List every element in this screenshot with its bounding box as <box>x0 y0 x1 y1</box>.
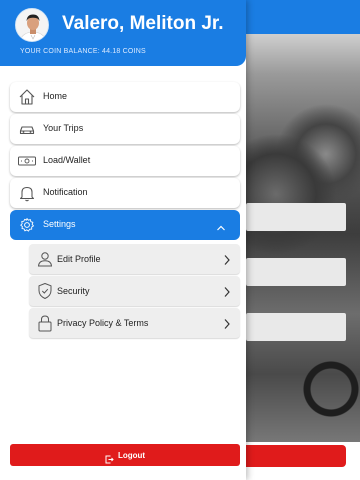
background-input-field <box>246 258 346 286</box>
menu-item-label: Settings <box>43 219 76 229</box>
cash-icon <box>17 151 37 171</box>
background-action-button <box>246 445 346 467</box>
background-input-field <box>246 313 346 341</box>
menu-item-label: Notification <box>43 187 88 197</box>
lock-icon <box>35 313 55 333</box>
bell-icon <box>17 183 37 203</box>
submenu-item-label: Security <box>57 286 90 296</box>
logout-button[interactable]: Logout <box>10 444 240 466</box>
user-icon <box>35 249 55 269</box>
menu-item-notification[interactable]: Notification <box>10 178 240 208</box>
chevron-right-icon <box>223 285 231 297</box>
menu-item-label: Load/Wallet <box>43 155 91 165</box>
submenu-item-privacy-policy-terms[interactable]: Privacy Policy & Terms <box>29 308 240 338</box>
home-icon <box>17 87 37 107</box>
submenu-item-security[interactable]: Security <box>29 276 240 306</box>
chevron-up-icon[interactable] <box>216 220 226 231</box>
menu-item-load-wallet[interactable]: Load/Wallet <box>10 146 240 176</box>
menu-item-label: Home <box>43 91 68 101</box>
shield-icon <box>35 281 55 301</box>
avatar[interactable] <box>15 8 49 42</box>
user-name: Valero, Meliton Jr. <box>62 13 224 34</box>
chevron-right-icon <box>223 317 231 329</box>
menu-item-your-trips[interactable]: Your Trips <box>10 114 240 144</box>
chevron-right-icon <box>223 253 231 265</box>
logout-label: Logout <box>117 450 146 460</box>
coin-balance: YOUR COIN BALANCE: 44.18 COINS <box>20 48 146 55</box>
navigation-drawer: Valero, Meliton Jr. YOUR COIN BALANCE: 4… <box>0 0 246 480</box>
logout-icon <box>105 451 114 463</box>
background-screen <box>246 0 360 480</box>
background-input-field <box>246 203 346 231</box>
gear-icon <box>17 215 37 235</box>
submenu-item-label: Privacy Policy & Terms <box>57 318 149 328</box>
menu-item-label: Your Trips <box>43 123 84 133</box>
background-motorcycle-photo <box>246 34 360 442</box>
background-header-bar <box>246 0 360 34</box>
car-icon <box>17 119 37 139</box>
drawer-header: Valero, Meliton Jr. YOUR COIN BALANCE: 4… <box>0 0 246 66</box>
menu-item-settings[interactable]: Settings <box>10 210 240 240</box>
submenu-item-edit-profile[interactable]: Edit Profile <box>29 244 240 274</box>
submenu-item-label: Edit Profile <box>57 254 101 264</box>
menu-item-home[interactable]: Home <box>10 82 240 112</box>
